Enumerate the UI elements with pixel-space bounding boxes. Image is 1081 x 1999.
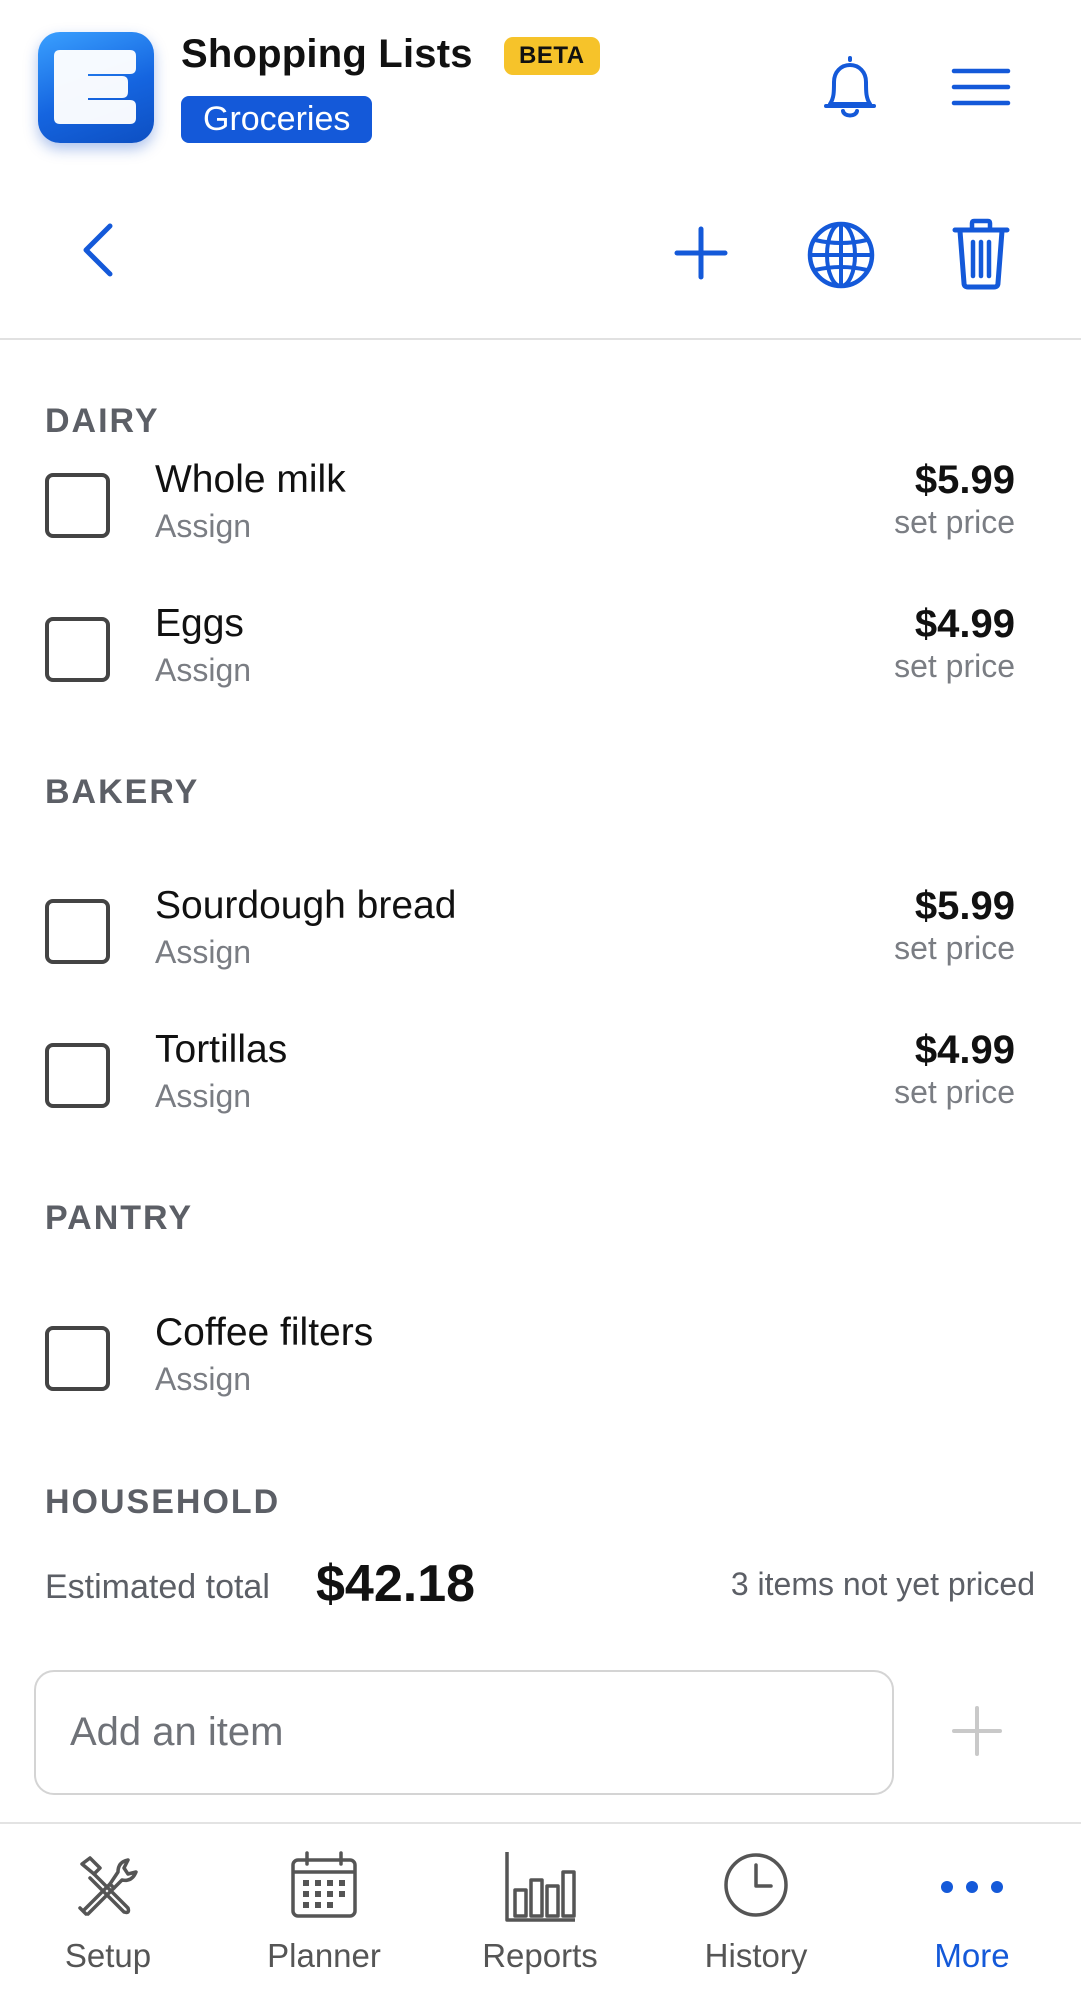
bell-icon[interactable] xyxy=(816,54,884,124)
bottom-nav: Setup Planner Reports History More xyxy=(0,1822,1081,1999)
estimated-total-value: $42.18 xyxy=(316,1555,476,1613)
app-header: Shopping Lists BETA Groceries xyxy=(0,0,1081,170)
chevron-left-icon[interactable] xyxy=(78,220,118,280)
globe-icon[interactable] xyxy=(806,220,876,290)
item-checkbox[interactable] xyxy=(45,899,110,964)
item-name[interactable]: Whole milk xyxy=(155,458,346,502)
nav-item-more[interactable]: More xyxy=(864,1824,1080,1999)
app-logo xyxy=(38,32,154,143)
item-price: $5.99 xyxy=(914,458,1015,502)
beta-badge: BETA xyxy=(504,37,600,75)
item-assign-link[interactable]: Assign xyxy=(155,1361,251,1398)
list-toolbar xyxy=(0,170,1081,340)
section-label-household: HOUSEHOLD xyxy=(45,1483,281,1521)
logo-e-glyph xyxy=(54,50,136,124)
add-item-plus-icon[interactable] xyxy=(952,1706,1002,1756)
nav-label: Reports xyxy=(482,1937,598,1974)
more-dots-icon xyxy=(941,1881,1003,1893)
tools-icon xyxy=(78,1856,138,1916)
set-price-link[interactable]: set price xyxy=(894,930,1015,967)
item-checkbox[interactable] xyxy=(45,617,110,682)
item-assign-link[interactable]: Assign xyxy=(155,652,251,689)
bar-chart-icon xyxy=(505,1852,576,1922)
clock-icon xyxy=(724,1853,788,1917)
nav-item-planner[interactable]: Planner xyxy=(216,1824,432,1999)
item-assign-link[interactable]: Assign xyxy=(155,1078,251,1115)
list-item: Eggs Assign $4.99 set price xyxy=(0,602,1081,712)
estimated-total-label: Estimated total xyxy=(45,1568,270,1606)
plus-icon[interactable] xyxy=(673,225,729,281)
trash-icon[interactable] xyxy=(952,218,1010,290)
nav-item-history[interactable]: History xyxy=(648,1824,864,1999)
item-name[interactable]: Coffee filters xyxy=(155,1311,373,1355)
nav-label: Setup xyxy=(64,1937,152,1974)
add-item-input[interactable] xyxy=(34,1670,894,1795)
item-checkbox[interactable] xyxy=(45,1326,110,1391)
set-price-link[interactable]: set price xyxy=(894,504,1015,541)
item-name[interactable]: Eggs xyxy=(155,602,244,646)
nav-label: Planner xyxy=(267,1937,381,1974)
item-price: $4.99 xyxy=(914,1028,1015,1072)
item-name[interactable]: Tortillas xyxy=(155,1028,287,1072)
list-item: Tortillas Assign $4.99 set price xyxy=(0,1028,1081,1138)
list-name-chip[interactable]: Groceries xyxy=(181,96,373,143)
app-title: Shopping Lists xyxy=(181,32,473,76)
unpriced-items-note: 3 items not yet priced xyxy=(730,1566,1035,1602)
item-checkbox[interactable] xyxy=(45,1043,110,1108)
set-price-link[interactable]: set price xyxy=(894,1074,1015,1111)
calendar-icon xyxy=(291,1851,357,1918)
nav-label: More xyxy=(934,1937,1010,1974)
item-price: $5.99 xyxy=(914,884,1015,928)
list-item: Whole milk Assign $5.99 set price xyxy=(0,458,1081,568)
section-label-pantry: PANTRY xyxy=(45,1199,193,1237)
set-price-link[interactable]: set price xyxy=(894,648,1015,685)
item-name[interactable]: Sourdough bread xyxy=(155,884,456,928)
section-label-bakery: BAKERY xyxy=(45,773,200,811)
list-item: Sourdough bread Assign $5.99 set price xyxy=(0,884,1081,994)
hamburger-menu-icon[interactable] xyxy=(951,66,1011,110)
item-assign-link[interactable]: Assign xyxy=(155,508,251,545)
nav-item-setup[interactable]: Setup xyxy=(0,1824,216,1999)
list-item: Coffee filters Assign xyxy=(0,1311,1081,1421)
item-assign-link[interactable]: Assign xyxy=(155,934,251,971)
item-price: $4.99 xyxy=(914,602,1015,646)
nav-item-reports[interactable]: Reports xyxy=(432,1824,648,1999)
nav-label: History xyxy=(704,1937,808,1974)
section-label-dairy: DAIRY xyxy=(45,402,160,440)
item-checkbox[interactable] xyxy=(45,473,110,538)
